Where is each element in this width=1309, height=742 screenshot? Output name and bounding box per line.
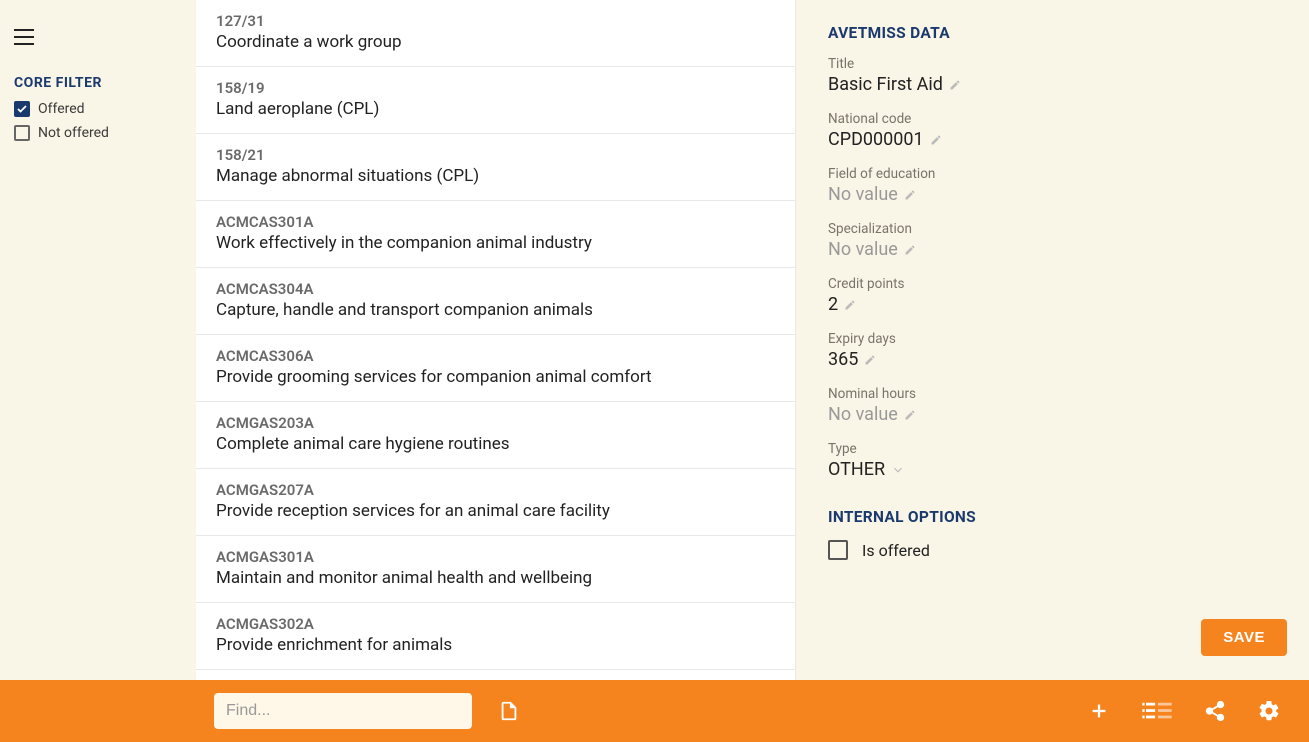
checkbox-icon	[828, 540, 848, 560]
pencil-icon	[864, 354, 876, 366]
save-button[interactable]: SAVE	[1201, 619, 1287, 656]
share-icon[interactable]	[1203, 699, 1227, 723]
field-expiry-days[interactable]: Expiry days 365	[828, 331, 1277, 370]
filter-header: CORE FILTER	[14, 75, 182, 91]
list-item-code: ACMCAS306A	[216, 347, 775, 365]
field-label: Credit points	[828, 276, 1277, 292]
field-label: Type	[828, 441, 1277, 457]
list-item-title: Coordinate a work group	[216, 32, 775, 52]
field-label: National code	[828, 111, 1277, 127]
find-input[interactable]	[214, 693, 472, 729]
field-title[interactable]: Title Basic First Aid	[828, 56, 1277, 95]
internal-options-header: INTERNAL OPTIONS	[828, 508, 1277, 526]
list-item[interactable]: ACMINF301AComply with infection control …	[196, 670, 795, 680]
pencil-icon	[904, 409, 916, 421]
field-credit-points[interactable]: Credit points 2	[828, 276, 1277, 315]
field-value: No value	[828, 404, 1277, 425]
list-item-title: Complete animal care hygiene routines	[216, 434, 775, 454]
filter-option-label: Offered	[38, 101, 85, 117]
field-education[interactable]: Field of education No value	[828, 166, 1277, 205]
list-item-title: Manage abnormal situations (CPL)	[216, 166, 775, 186]
list-item[interactable]: ACMCAS306A Provide grooming services for …	[196, 335, 795, 402]
list-item-title: Land aeroplane (CPL)	[216, 99, 775, 119]
field-label: Field of education	[828, 166, 1277, 182]
checkbox-icon	[14, 101, 30, 117]
list-item-code: 158/19	[216, 79, 775, 97]
field-label: Expiry days	[828, 331, 1277, 347]
field-nominal-hours[interactable]: Nominal hours No value	[828, 386, 1277, 425]
field-label: Specialization	[828, 221, 1277, 237]
checkbox-icon	[14, 125, 30, 141]
field-label: Title	[828, 56, 1277, 72]
list-item-code: ACMCAS301A	[216, 213, 775, 231]
list-item-title: Provide grooming services for companion …	[216, 367, 775, 387]
list-item[interactable]: ACMGAS207A Provide reception services for…	[196, 469, 795, 536]
list-item-title: Work effectively in the companion animal…	[216, 233, 775, 253]
chevron-down-icon	[891, 463, 905, 477]
pencil-icon	[930, 134, 942, 146]
filter-option-label: Not offered	[38, 125, 109, 141]
list-item[interactable]: ACMCAS301A Work effectively in the compan…	[196, 201, 795, 268]
find-in-page-icon[interactable]	[496, 698, 522, 724]
detail-panel: AVETMISS DATA Title Basic First Aid Nati…	[796, 0, 1309, 680]
pencil-icon	[844, 299, 856, 311]
field-value: No value	[828, 239, 1277, 260]
left-sidebar: CORE FILTER Offered Not offered	[0, 0, 196, 680]
bottom-bar	[0, 680, 1309, 742]
is-offered-label: Is offered	[862, 541, 930, 560]
filter-option-offered[interactable]: Offered	[14, 101, 182, 117]
field-value: 2	[828, 294, 1277, 315]
list-item-code: 127/31	[216, 12, 775, 30]
list-scrollarea[interactable]: 127/31 Coordinate a work group 158/19 Land …	[196, 0, 796, 680]
list-item-code: ACMCAS304A	[216, 280, 775, 298]
field-value: OTHER	[828, 459, 1277, 480]
list-item[interactable]: 158/19 Land aeroplane (CPL)	[196, 67, 795, 134]
filter-option-not-offered[interactable]: Not offered	[14, 125, 182, 141]
pencil-icon	[904, 189, 916, 201]
field-specialization[interactable]: Specialization No value	[828, 221, 1277, 260]
field-value: 365	[828, 349, 1277, 370]
field-value: Basic First Aid	[828, 74, 1277, 95]
list-item-code: ACMGAS203A	[216, 414, 775, 432]
list-item-title: Provide enrichment for animals	[216, 635, 775, 655]
list-item-title: Provide reception services for an animal…	[216, 501, 775, 521]
field-type[interactable]: Type OTHER	[828, 441, 1277, 480]
list-item[interactable]: ACMGAS301A Maintain and monitor animal he…	[196, 536, 795, 603]
list-item-code: ACMGAS301A	[216, 548, 775, 566]
hamburger-menu-icon[interactable]	[14, 27, 34, 47]
list-item-code: 158/21	[216, 146, 775, 164]
list-item-code: ACMGAS207A	[216, 481, 775, 499]
list-item[interactable]: ACMCAS304A Capture, handle and transport …	[196, 268, 795, 335]
list-item-title: Capture, handle and transport companion …	[216, 300, 775, 320]
list-item[interactable]: 158/21 Manage abnormal situations (CPL)	[196, 134, 795, 201]
field-label: Nominal hours	[828, 386, 1277, 402]
list-item-code: ACMGAS302A	[216, 615, 775, 633]
list-item[interactable]: ACMGAS302A Provide enrichment for animals	[196, 603, 795, 670]
list-item-title: Maintain and monitor animal health and w…	[216, 568, 775, 588]
field-value: No value	[828, 184, 1277, 205]
pencil-icon	[949, 79, 961, 91]
list-item[interactable]: ACMGAS203A Complete animal care hygiene r…	[196, 402, 795, 469]
center-list: 127/31 Coordinate a work group 158/19 Land …	[196, 0, 796, 680]
is-offered-checkbox-row[interactable]: Is offered	[828, 540, 1277, 560]
field-value: CPD000001	[828, 129, 1277, 150]
list-item[interactable]: 127/31 Coordinate a work group	[196, 0, 795, 67]
gear-icon[interactable]	[1257, 699, 1281, 723]
field-national-code[interactable]: National code CPD000001	[828, 111, 1277, 150]
view-mode-icon[interactable]	[1141, 699, 1173, 723]
pencil-icon	[904, 244, 916, 256]
add-icon[interactable]	[1087, 699, 1111, 723]
avetmiss-header: AVETMISS DATA	[828, 24, 1277, 42]
